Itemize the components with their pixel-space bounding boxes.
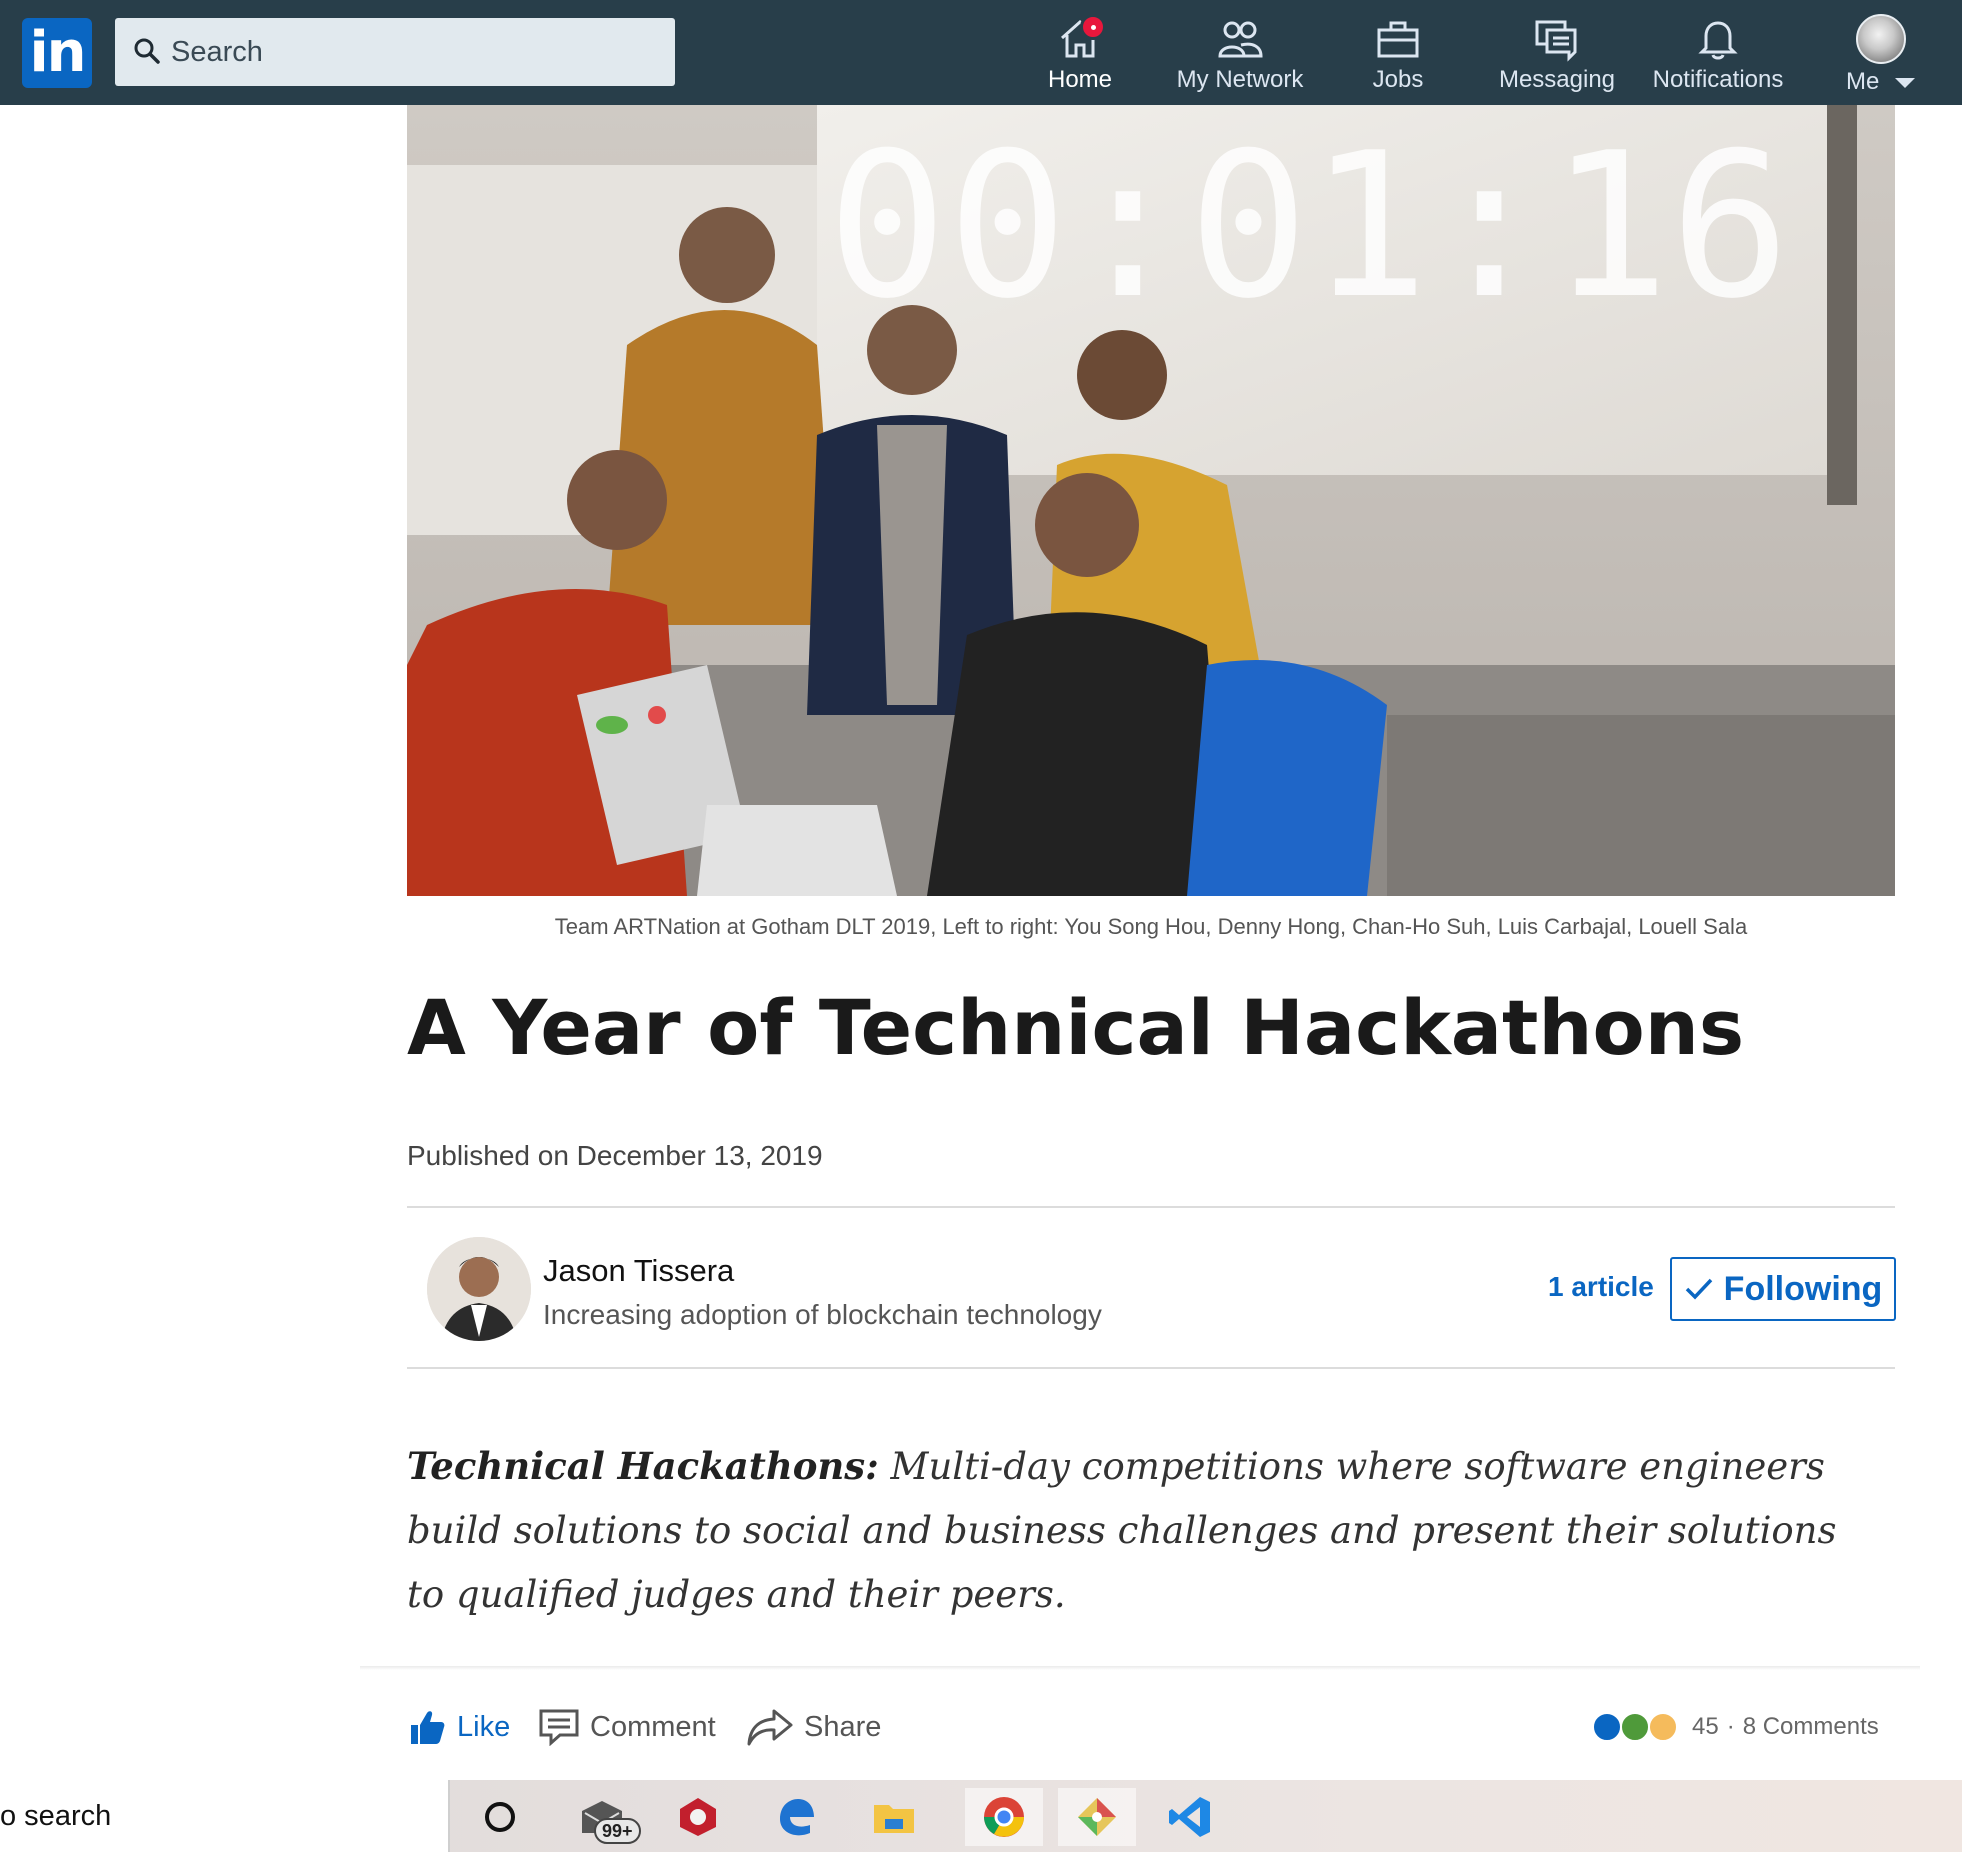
search-box[interactable] — [115, 18, 675, 86]
comment-button[interactable]: Comment — [538, 1700, 716, 1754]
following-button-label: Following — [1723, 1269, 1883, 1308]
checkmark-icon — [1685, 1278, 1712, 1300]
linkedin-logo[interactable]: in — [22, 18, 92, 88]
divider-bottom — [407, 1367, 1895, 1369]
thumbs-up-icon — [411, 1711, 445, 1744]
reaction-separator: · — [1726, 1713, 1735, 1740]
share-label: Share — [804, 1710, 882, 1743]
article-intro: Technical Hackathons: Multi-day competit… — [407, 1434, 1877, 1627]
intro-term: Technical Hackathons: — [407, 1444, 879, 1488]
taskbar-search-input[interactable] — [0, 1780, 440, 1852]
search-input[interactable] — [171, 18, 661, 86]
author-name[interactable]: Jason Tissera — [543, 1253, 734, 1289]
briefcase-icon — [1377, 21, 1419, 58]
divider-top — [407, 1206, 1895, 1208]
image-caption: Team ARTNation at Gotham DLT 2019, Left … — [554, 914, 1748, 939]
mail-unread-badge: 99+ — [594, 1818, 641, 1844]
people-icon — [1218, 21, 1263, 58]
edge-icon[interactable] — [766, 1788, 826, 1846]
home-notification-badge — [1080, 14, 1106, 40]
nav-notifications[interactable]: Notifications — [1650, 14, 1786, 100]
author-avatar[interactable] — [427, 1237, 531, 1341]
nav-messaging[interactable]: Messaging — [1497, 14, 1617, 100]
nav-home-label: Home — [1047, 66, 1113, 93]
author-articles-link[interactable]: 1 article — [1548, 1271, 1654, 1303]
git-icon[interactable] — [1058, 1788, 1136, 1846]
article-cover-image: 00:01:16 — [407, 105, 1895, 896]
comment-label: Comment — [590, 1710, 716, 1743]
search-icon — [134, 38, 160, 64]
comments-count[interactable]: 8 Comments — [1743, 1713, 1879, 1741]
taskbar-search-box[interactable] — [0, 1780, 450, 1852]
nav-home[interactable]: Home — [1040, 14, 1120, 100]
author-headline: Increasing adoption of blockchain techno… — [543, 1299, 1102, 1330]
bell-icon — [1698, 21, 1738, 60]
nav-notifications-label: Notifications — [1652, 66, 1784, 93]
nav-jobs-label: Jobs — [1372, 66, 1424, 93]
chevron-down-icon — [1895, 77, 1915, 88]
windows-taskbar: 99+ — [0, 1780, 1962, 1852]
top-navigation-bar: in Home My Network Jobs — [0, 0, 1962, 105]
nav-messaging-label: Messaging — [1498, 66, 1616, 93]
chat-icon — [1535, 20, 1577, 62]
like-label: Like — [457, 1710, 511, 1743]
nav-me-label: Me — [1845, 68, 1880, 95]
chrome-icon[interactable] — [965, 1788, 1043, 1846]
following-button[interactable]: Following — [1670, 1257, 1896, 1321]
like-button[interactable]: Like — [407, 1700, 510, 1754]
reactions-summary[interactable]: 45 · 8 Comments — [1592, 1712, 1879, 1742]
reaction-count: 45 — [1692, 1713, 1719, 1740]
cortana-icon[interactable] — [470, 1788, 530, 1846]
vscode-icon[interactable] — [1160, 1788, 1220, 1846]
nav-my-network[interactable]: My Network — [1170, 14, 1310, 100]
avatar — [1856, 14, 1906, 64]
nav-me[interactable]: Me — [1836, 14, 1926, 100]
celebrate-reaction-icon — [1620, 1712, 1650, 1742]
published-date: Published on December 13, 2019 — [407, 1140, 823, 1171]
social-bar-separator — [360, 1666, 1920, 1670]
nav-jobs[interactable]: Jobs — [1365, 14, 1431, 100]
comment-icon — [539, 1709, 579, 1746]
insightful-reaction-icon — [1648, 1712, 1678, 1742]
mail-icon[interactable]: 99+ — [572, 1788, 641, 1846]
nav-me-label-wrap: Me — [1836, 68, 1926, 96]
app-icon[interactable] — [668, 1788, 728, 1846]
share-icon — [747, 1709, 793, 1746]
article-title: A Year of Technical Hackathons — [407, 983, 1745, 1072]
countdown-timer: 00:01:16 — [827, 110, 1790, 343]
author-portrait — [427, 1237, 531, 1341]
nav-my-network-label: My Network — [1176, 66, 1304, 93]
hackathon-team-photo: 00:01:16 — [407, 105, 1895, 896]
file-explorer-icon[interactable] — [864, 1788, 924, 1846]
share-button[interactable]: Share — [746, 1700, 881, 1754]
like-reaction-icon — [1592, 1712, 1622, 1742]
